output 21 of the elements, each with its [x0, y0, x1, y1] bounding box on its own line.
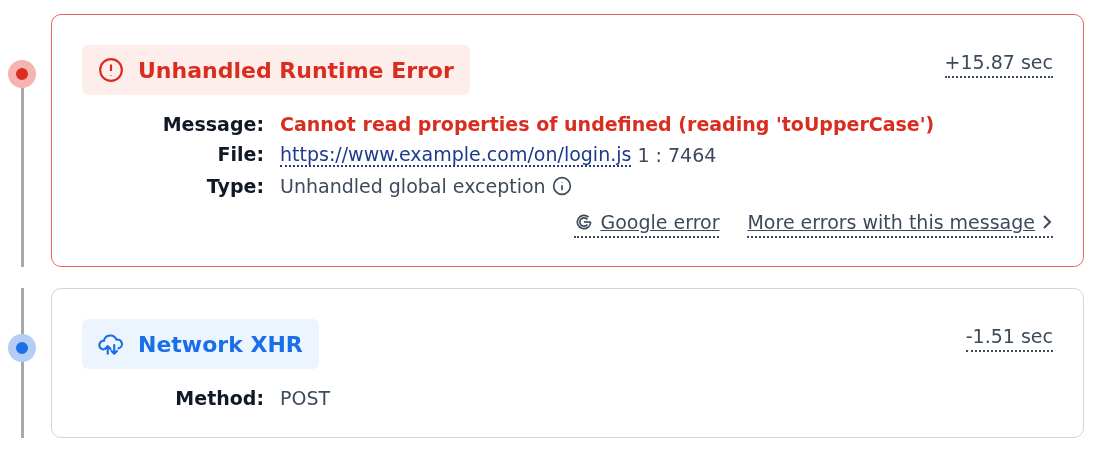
field-value: POST: [280, 387, 332, 409]
field-label: Message:: [161, 113, 264, 135]
field-label: File:: [216, 143, 264, 167]
error-message: Cannot read properties of undefined (reading 'toUpperCase'): [280, 113, 936, 135]
google-error-link[interactable]: Google error: [574, 211, 720, 238]
chevron-right-icon: [1041, 214, 1053, 230]
line-position: 1 : 7464: [637, 144, 717, 166]
file-link[interactable]: https://www.example.com/on/login.js: [280, 143, 632, 167]
cloud-upload-download-icon: [98, 331, 124, 357]
field-label: Method:: [174, 387, 264, 409]
field-label: Type:: [205, 175, 264, 197]
more-errors-link[interactable]: More errors with this message: [747, 211, 1053, 238]
event-time[interactable]: +15.87 sec: [944, 51, 1053, 78]
info-icon[interactable]: [551, 176, 572, 196]
event-title: Network XHR: [138, 331, 303, 357]
event-time[interactable]: -1.51 sec: [965, 325, 1053, 352]
alert-icon: [98, 57, 124, 83]
field-value: Unhandled global exception: [280, 175, 546, 197]
event-title: Unhandled Runtime Error: [138, 57, 454, 83]
timeline-dot: [8, 334, 36, 362]
timeline-dot: [8, 60, 36, 88]
